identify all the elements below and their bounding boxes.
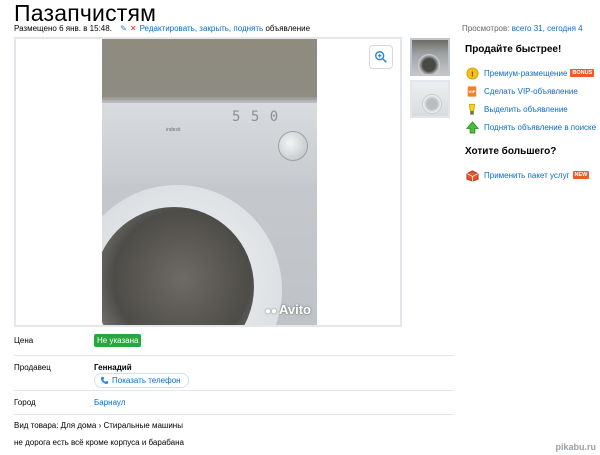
views-counter: Просмотров: всего 31, сегодня 4 bbox=[462, 24, 583, 33]
highlight-listing-item[interactable]: Выделить объявление bbox=[465, 100, 600, 118]
service-package-item[interactable]: Применить пакет услуг NEW bbox=[465, 166, 600, 184]
main-photo[interactable]: 5 5 0 indesit ●● Avito bbox=[102, 39, 317, 325]
divider bbox=[14, 355, 454, 356]
views-value-link[interactable]: всего 31, сегодня 4 bbox=[512, 24, 583, 33]
price-row: Цена Не указана bbox=[14, 334, 454, 350]
machine-knob bbox=[278, 131, 308, 161]
premium-placement-item[interactable]: ! Премиум-размещение BONUS bbox=[465, 64, 600, 82]
edit-listing-link[interactable]: Редактировать, закрыть, поднять bbox=[140, 24, 264, 33]
vip-listing-link[interactable]: Сделать VIP-объявление bbox=[484, 87, 578, 96]
bump-listing-link[interactable]: Поднять объявление в поиске bbox=[484, 123, 596, 132]
divider bbox=[14, 390, 454, 391]
photo-thumbnail-1[interactable] bbox=[410, 38, 450, 76]
pencil-icon[interactable]: ✎ bbox=[120, 24, 127, 33]
listing-meta: Размещено 6 янв. в 15:48. ✎ ✕ Редактироват… bbox=[14, 24, 310, 33]
sell-faster-heading: Продайте быстрее! bbox=[465, 44, 562, 55]
package-icon bbox=[465, 168, 479, 182]
machine-display: 5 5 0 bbox=[232, 109, 280, 125]
seller-label: Продавец bbox=[14, 363, 51, 372]
highlight-listing-link[interactable]: Выделить объявление bbox=[484, 105, 568, 114]
views-label: Просмотров: bbox=[462, 24, 510, 33]
coin-icon: ! bbox=[465, 66, 479, 80]
service-package-link[interactable]: Применить пакет услуг bbox=[484, 171, 570, 180]
seller-name: Геннадий bbox=[94, 363, 132, 372]
show-phone-button[interactable]: Показать телефон bbox=[94, 373, 189, 388]
want-more-heading: Хотите большего? bbox=[465, 146, 557, 157]
listing-title: Пазапчистям bbox=[14, 0, 157, 26]
premium-placement-link[interactable]: Премиум-размещение bbox=[484, 69, 567, 78]
city-link[interactable]: Барнаул bbox=[94, 398, 125, 407]
zoom-in-icon bbox=[375, 51, 387, 63]
city-label: Город bbox=[14, 398, 36, 407]
up-arrow-icon bbox=[465, 120, 479, 134]
site-watermark: pikabu.ru bbox=[555, 442, 596, 452]
posted-date: Размещено 6 янв. в 15:48. bbox=[14, 24, 112, 33]
watermark-text: Avito bbox=[278, 302, 311, 317]
new-badge: NEW bbox=[572, 171, 590, 179]
bump-listing-item[interactable]: Поднять объявление в поиске bbox=[465, 118, 600, 136]
photo-gallery: 5 5 0 indesit ●● Avito bbox=[14, 37, 402, 327]
photo-thumbnail-2[interactable] bbox=[410, 80, 450, 118]
phone-icon bbox=[100, 376, 109, 384]
vip-listing-item[interactable]: VIP Сделать VIP-объявление bbox=[465, 82, 600, 100]
category-breadcrumb: Вид товара: Для дома › Стиральные машины bbox=[14, 421, 183, 430]
bonus-badge: BONUS bbox=[570, 69, 595, 77]
price-label: Цена bbox=[14, 336, 34, 345]
machine-brand: indesit bbox=[166, 127, 181, 133]
seller-row: Продавец Геннадий Показать телефон bbox=[14, 363, 454, 393]
divider bbox=[14, 414, 454, 415]
show-phone-label: Показать телефон bbox=[112, 376, 181, 385]
city-row: Город Барнаул bbox=[14, 398, 454, 410]
zoom-button[interactable] bbox=[369, 45, 393, 69]
price-badge: Не указана bbox=[94, 334, 142, 347]
promotion-sidebar: Продайте быстрее! ! Премиум-размещение B… bbox=[465, 44, 600, 184]
highlight-icon bbox=[465, 102, 479, 116]
svg-text:!: ! bbox=[470, 69, 473, 78]
vip-icon: VIP bbox=[465, 84, 479, 98]
avito-watermark: ●● Avito bbox=[264, 302, 311, 317]
svg-text:VIP: VIP bbox=[468, 89, 475, 94]
close-icon[interactable]: ✕ bbox=[130, 24, 137, 33]
listing-description: не дорога есть всё кроме корпуса и бараб… bbox=[14, 438, 184, 447]
edit-suffix: объявление bbox=[265, 24, 311, 33]
